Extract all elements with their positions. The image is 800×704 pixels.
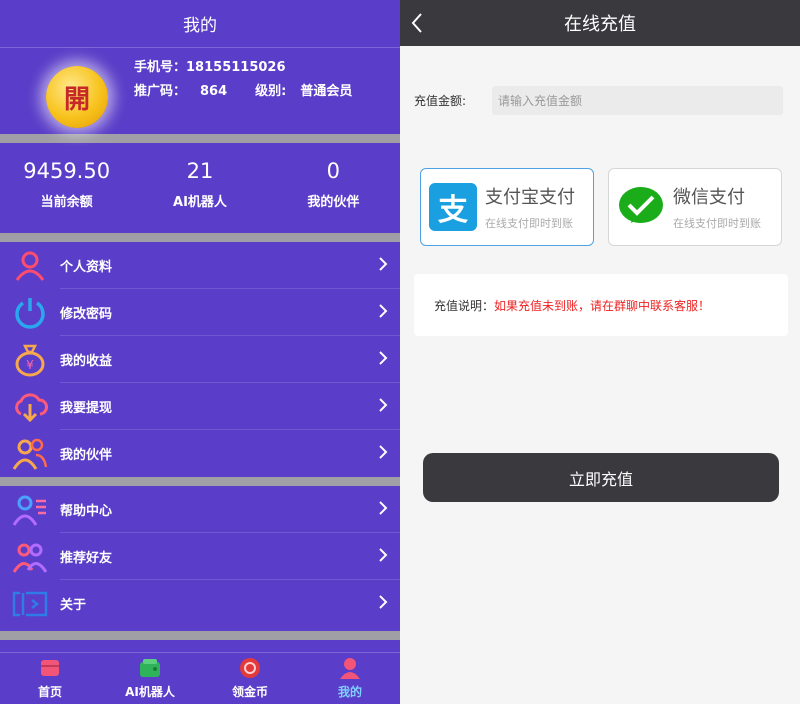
nav-coins[interactable]: 领金币 [200, 653, 300, 704]
nav-label: AI机器人 [125, 685, 175, 699]
stat-balance[interactable]: 9459.50 当前余额 [0, 143, 133, 233]
chevron-right-icon [379, 548, 388, 562]
page-title: 我的 [0, 0, 400, 48]
nav-robot[interactable]: AI机器人 [100, 653, 200, 704]
cloud-download-icon [0, 390, 60, 424]
promo-label: 推广码： [134, 84, 187, 99]
menu-item-earnings[interactable]: ¥ 我的收益 [0, 336, 400, 383]
profile-panel: 我的 開 手机号：18155115026 推广码： 864 级别: 普通会员 9459… [0, 0, 400, 704]
recharge-panel: 在线充值 充值金额: 支 支付宝支付 在线支付即时到账 微信支付 在线支付即时到… [400, 0, 800, 704]
chevron-right-icon [379, 304, 388, 318]
alipay-option[interactable]: 支 支付宝支付 在线支付即时到账 [420, 168, 594, 246]
promo-row: 推广码： 864 级别: 普通会员 [134, 80, 380, 104]
chevron-right-icon [379, 351, 388, 365]
stat-partners[interactable]: 0 我的伙伴 [267, 143, 400, 233]
menu-item-recommend[interactable]: 推荐好友 [0, 533, 400, 580]
menu-label: 个人资料 [60, 260, 113, 275]
chevron-right-icon [379, 445, 388, 459]
svg-text:¥: ¥ [26, 358, 34, 372]
wechat-title: 微信支付 [673, 187, 745, 208]
menu-label: 关于 [60, 598, 87, 613]
bottom-nav: 首页 AI机器人 领金币 我的 [0, 652, 400, 704]
chevron-right-icon [379, 501, 388, 515]
stats-row: 9459.50 当前余额 21 AI机器人 0 我的伙伴 [0, 143, 400, 233]
amount-row: 充值金额: [414, 86, 783, 115]
page-title: 在线充值 [564, 14, 636, 35]
wechat-icon [617, 183, 665, 231]
coin-icon [239, 657, 261, 679]
level-label: 级别: [255, 84, 287, 99]
divider [0, 233, 400, 242]
profile-info: 手机号：18155115026 推广码： 864 级别: 普通会员 [134, 56, 380, 104]
menu-item-partners[interactable]: 我的伙伴 [0, 430, 400, 477]
menu-item-withdraw[interactable]: 我要提现 [0, 383, 400, 430]
recharge-notice: 充值说明： 如果充值未到账，请在群聊中联系客服！ [414, 274, 788, 336]
wallet-icon [139, 657, 161, 679]
nav-label: 我的 [337, 685, 362, 699]
person-icon [0, 250, 60, 282]
divider [0, 477, 400, 486]
menu-label: 我的伙伴 [60, 448, 113, 463]
nav-label: 首页 [37, 685, 62, 699]
amount-input[interactable] [492, 86, 783, 115]
menu-item-help[interactable]: 帮助中心 [0, 486, 400, 533]
stat-label: 当前余额 [40, 195, 93, 210]
stat-value: 9459.50 [23, 159, 111, 183]
chevron-right-icon [379, 257, 388, 271]
recommend-icon [0, 540, 60, 574]
nav-home[interactable]: 首页 [0, 653, 100, 704]
menu-item-profile[interactable]: 个人资料 [0, 242, 400, 289]
stat-value: 21 [186, 159, 214, 183]
phone-row: 手机号：18155115026 [134, 56, 380, 80]
group-icon [0, 437, 60, 471]
alipay-icon: 支 [429, 183, 477, 231]
menu-label: 修改密码 [60, 307, 113, 322]
menu-item-password[interactable]: 修改密码 [0, 289, 400, 336]
alipay-title: 支付宝支付 [485, 187, 575, 208]
divider [0, 134, 400, 143]
wechat-subtitle: 在线支付即时到账 [673, 217, 761, 230]
promo-value: 864 [200, 84, 228, 99]
menu-label: 我要提现 [60, 401, 113, 416]
stat-label: 我的伙伴 [307, 195, 360, 210]
menu-label: 我的收益 [60, 354, 113, 369]
notice-text: 如果充值未到账，请在群聊中联系客服！ [494, 298, 711, 313]
chevron-right-icon [379, 595, 388, 609]
alipay-logo-char: 支 [438, 193, 468, 228]
profile-card: 開 手机号：18155115026 推广码： 864 级别: 普通会员 [0, 48, 400, 134]
divider [0, 631, 400, 640]
nav-mine[interactable]: 我的 [300, 653, 400, 704]
about-icon [0, 589, 60, 619]
money-bag-icon: ¥ [0, 343, 60, 377]
power-icon [0, 296, 60, 330]
menu-label: 推荐好友 [60, 551, 113, 566]
back-arrow-icon[interactable] [410, 12, 424, 34]
notice-label: 充值说明： [434, 298, 495, 313]
menu-label: 帮助中心 [60, 504, 113, 519]
stat-robots[interactable]: 21 AI机器人 [133, 143, 266, 233]
chevron-right-icon [379, 398, 388, 412]
submit-recharge-button[interactable]: 立即充值 [423, 453, 779, 502]
stat-value: 0 [326, 159, 340, 183]
home-icon [39, 657, 61, 679]
alipay-subtitle: 在线支付即时到账 [485, 217, 573, 230]
recharge-header: 在线充值 [400, 0, 800, 46]
help-user-icon [0, 493, 60, 527]
menu-item-about[interactable]: 关于 [0, 580, 400, 627]
phone-label: 手机号： [134, 60, 187, 75]
user-icon [339, 657, 361, 679]
avatar-char: 開 [63, 84, 90, 115]
nav-label: 领金币 [231, 685, 268, 699]
amount-label: 充值金额: [414, 94, 467, 108]
level-value: 普通会员 [300, 84, 353, 99]
avatar[interactable]: 開 [46, 66, 108, 128]
phone-value: 18155115026 [186, 60, 286, 75]
stat-label: AI机器人 [173, 195, 227, 210]
wechat-option[interactable]: 微信支付 在线支付即时到账 [608, 168, 782, 246]
